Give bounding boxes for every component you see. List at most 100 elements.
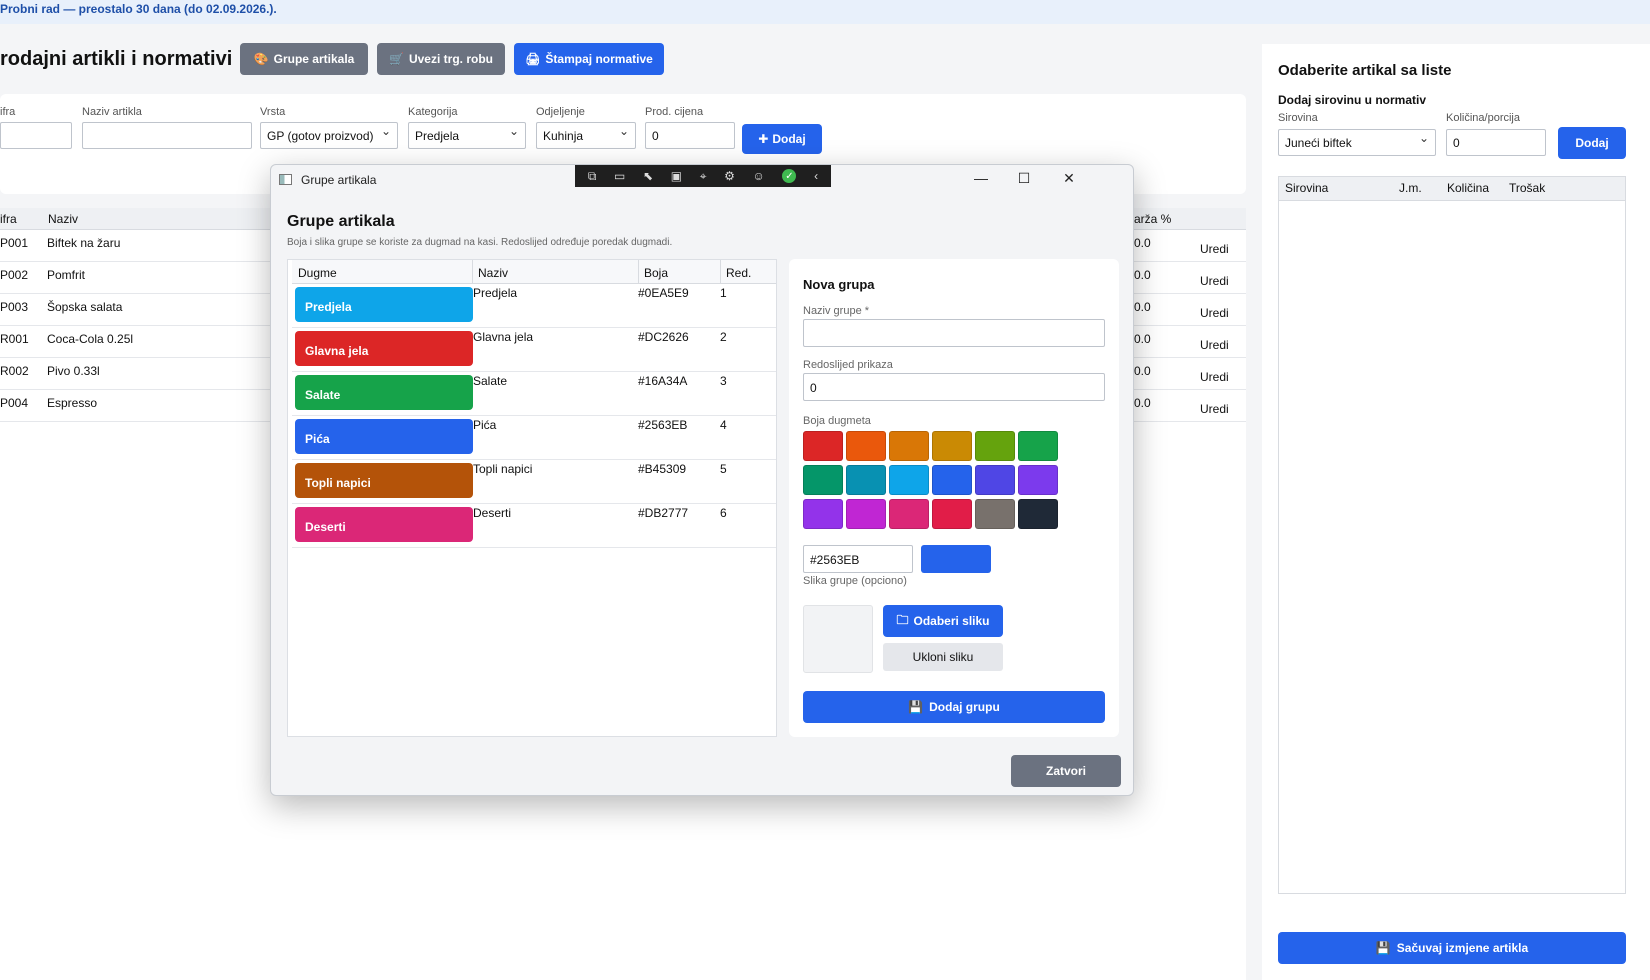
col-naziv: Naziv [478,266,509,280]
import-button[interactable]: 🛒 Uvezi trg. robu [377,43,505,75]
recipe-panel: Odaberite artikal sa liste Dodaj sirovin… [1262,44,1650,980]
add-group-button[interactable]: 💾 Dodaj grupu [803,691,1105,723]
close-dialog-button[interactable]: Zatvori [1011,755,1121,787]
color-swatch[interactable] [1018,465,1058,495]
live-tree-icon[interactable]: ⧉ [588,169,597,184]
col-sirovina: Sirovina [1285,181,1329,195]
track-focus-icon[interactable]: ⌖ [700,169,707,184]
cart-icon: 🛒 [389,52,404,66]
image-placeholder [803,605,873,673]
debug-toolbar: ⧉ ▭ ⬉ ▣ ⌖ ⚙ ☺ ✓ ‹ [575,165,831,187]
naziv-label: Naziv artikla [82,106,142,118]
add-article-button[interactable]: ✚ Dodaj [742,124,822,154]
kolicina-input[interactable]: 0 [1446,129,1546,156]
layout-adorner-icon[interactable]: ▣ [671,169,682,183]
dialog-title: Grupe artikala [287,213,395,230]
color-swatch[interactable] [1018,499,1058,529]
group-row[interactable]: Salate Salate #16A34A 3 [292,372,776,416]
color-swatch[interactable] [803,465,843,495]
row-sifra: P004 [0,396,29,410]
kategorija-label: Kategorija [408,106,458,118]
group-row[interactable]: Pića Pića #2563EB 4 [292,416,776,460]
naziv-input[interactable] [82,122,252,149]
group-order: 5 [720,462,727,476]
color-swatch[interactable] [846,465,886,495]
group-order: 1 [720,286,727,300]
group-row[interactable]: Glavna jela Glavna jela #DC2626 2 [292,328,776,372]
color-swatch[interactable] [889,431,929,461]
vrsta-select[interactable]: GP (gotov proizvod) [260,122,398,149]
ingredients-table: Sirovina J.m. Količina Trošak [1278,176,1626,894]
kolicina-value: 0 [1453,136,1460,150]
print-button-label: Štampaj normative [545,52,653,66]
cijena-input[interactable]: 0 [645,122,735,149]
color-swatch[interactable] [846,431,886,461]
collapse-icon[interactable]: ‹ [814,169,818,183]
printer-icon: 🖨 [525,52,541,66]
groups-button[interactable]: 🎨 Grupe artikala [240,43,368,75]
color-swatch[interactable] [975,499,1015,529]
group-row[interactable]: Predjela Predjela #0EA5E9 1 [292,284,776,328]
color-swatch[interactable] [932,431,972,461]
group-button-preview[interactable]: Deserti [295,507,473,542]
color-swatch[interactable] [975,431,1015,461]
group-order: 6 [720,506,727,520]
color-swatch[interactable] [932,499,972,529]
kategorija-select[interactable]: Predjela [408,122,526,149]
edit-link[interactable]: Uredi [1200,242,1229,256]
groups-dialog: Grupe artikala ⧉ ▭ ⬉ ▣ ⌖ ⚙ ☺ ✓ ‹ — ☐ ✕ G… [270,164,1134,796]
group-row[interactable]: Topli napici Topli napici #B45309 5 [292,460,776,504]
color-swatch[interactable] [975,465,1015,495]
edit-link[interactable]: Uredi [1200,274,1229,288]
select-element-icon[interactable]: ⬉ [643,169,653,183]
group-name-input[interactable] [803,319,1105,347]
group-order-input[interactable]: 0 [803,373,1105,401]
print-button[interactable]: 🖨 Štampaj normative [514,43,664,75]
maximize-icon[interactable]: ☐ [1014,170,1034,187]
close-icon[interactable]: ✕ [1059,170,1079,187]
row-marza: 0.0 [1134,236,1151,250]
color-swatch[interactable] [889,499,929,529]
group-button-preview[interactable]: Topli napici [295,463,473,498]
sifra-input[interactable] [0,122,72,149]
group-button-preview[interactable]: Salate [295,375,473,410]
color-swatch[interactable] [932,465,972,495]
edit-link[interactable]: Uredi [1200,402,1229,416]
hot-reload-icon[interactable]: ⚙ [724,169,735,183]
vrsta-label: Vrsta [260,106,286,118]
add-group-label: Dodaj grupu [929,700,1000,714]
accessibility-icon[interactable]: ☺ [753,169,765,183]
row-naziv: Espresso [47,396,98,410]
edit-link[interactable]: Uredi [1200,338,1229,352]
row-naziv: Coca-Cola 0.25l [47,332,134,346]
row-naziv: Biftek na žaru [47,236,121,250]
remove-image-button[interactable]: Ukloni sliku [883,643,1003,671]
plus-icon: ✚ [758,132,769,146]
groups-button-label: Grupe artikala [273,52,355,66]
color-preview [921,545,991,573]
minimize-icon[interactable]: — [971,170,991,186]
group-row[interactable]: Deserti Deserti #DB2777 6 [292,504,776,548]
new-group-form: Nova grupa Naziv grupe * Redoslijed prik… [789,259,1119,737]
group-button-preview[interactable]: Pića [295,419,473,454]
edit-link[interactable]: Uredi [1200,306,1229,320]
odjeljenje-select[interactable]: Kuhinja [536,122,636,149]
camera-icon[interactable]: ▭ [614,169,625,183]
sirovina-select[interactable]: Juneći biftek [1278,129,1436,156]
col-naziv: Naziv [48,212,79,226]
edit-link[interactable]: Uredi [1200,370,1229,384]
color-swatch[interactable] [1018,431,1058,461]
group-name: Pića [473,418,497,432]
group-button-preview[interactable]: Predjela [295,287,473,322]
color-swatch[interactable] [889,465,929,495]
dialog-titlebar[interactable]: Grupe artikala ⧉ ▭ ⬉ ▣ ⌖ ⚙ ☺ ✓ ‹ — ☐ ✕ [271,165,1133,195]
group-button-preview[interactable]: Glavna jela [295,331,473,366]
save-article-button[interactable]: 💾 Sačuvaj izmjene artikla [1278,932,1626,964]
hex-color-input[interactable]: #2563EB [803,545,913,573]
pick-image-button[interactable]: 🗀 Odaberi sliku [883,605,1003,637]
color-swatch[interactable] [803,431,843,461]
add-ingredient-button[interactable]: Dodaj [1558,127,1626,159]
color-swatch[interactable] [846,499,886,529]
color-swatch[interactable] [803,499,843,529]
check-icon[interactable]: ✓ [782,169,797,183]
